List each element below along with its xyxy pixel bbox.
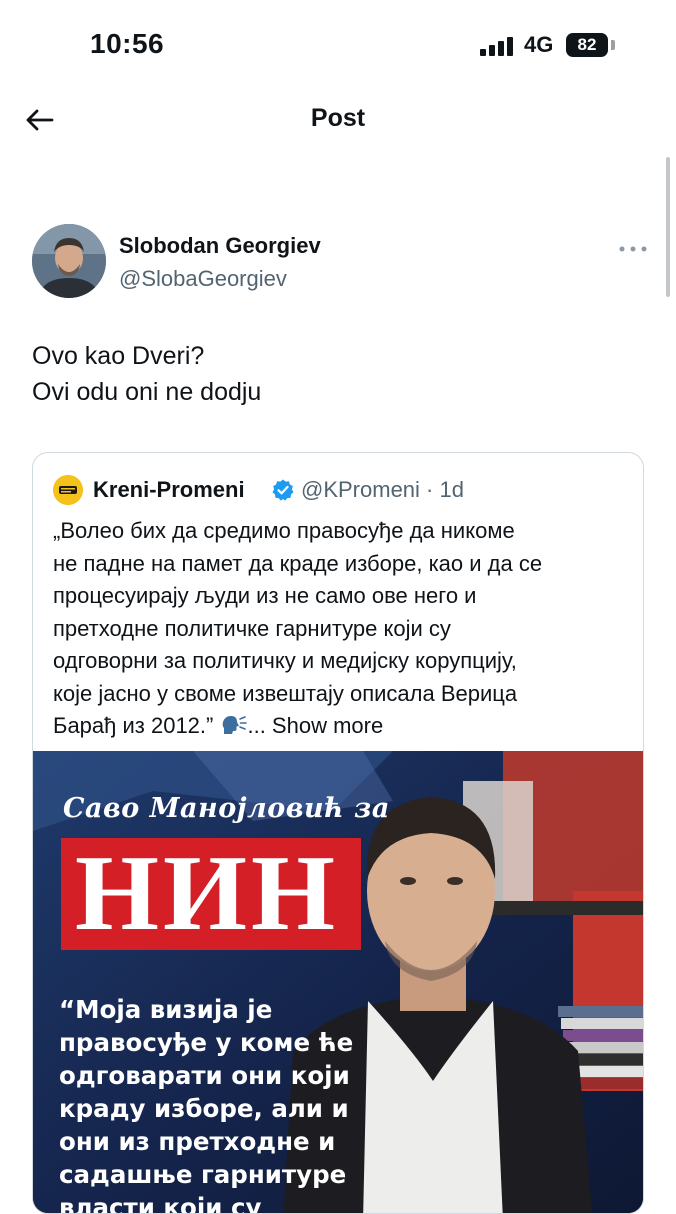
avatar[interactable] xyxy=(32,224,106,298)
author-handle[interactable]: @SlobaGeorgiev xyxy=(119,266,287,292)
post-text-line: Ovo kao Dveri? xyxy=(32,342,205,370)
network-type: 4G xyxy=(524,32,554,57)
quoted-post-author-name[interactable]: Kreni-Promeni xyxy=(93,477,245,503)
quoted-text-tail: Барађ из 2012.” xyxy=(53,713,220,738)
show-more-link[interactable]: ... Show more xyxy=(247,713,383,738)
signal-icon xyxy=(480,36,516,56)
quoted-text-line: претходне политичке гарнитуре који су xyxy=(53,615,451,641)
post-text: Ovo kao Dveri? Ovi odu oni ne dodju xyxy=(32,338,644,410)
avatar-image xyxy=(32,224,106,298)
speaking-head-icon xyxy=(223,716,248,734)
quoted-text-line-last: Барађ из 2012.” ... Show more xyxy=(53,710,633,743)
nin-masthead-text: НИН xyxy=(75,838,340,950)
quoted-post-avatar[interactable] xyxy=(53,475,83,505)
quoted-post-handle-time[interactable]: @KPromeni · 1d xyxy=(301,477,464,503)
quoted-text-line: које јасно у своме извештају описала Вер… xyxy=(53,680,518,706)
nin-masthead: НИН xyxy=(61,838,361,950)
magazine-quote-line: власти који су xyxy=(59,1193,262,1214)
page-title: Post xyxy=(310,104,366,132)
quoted-text-line: одговорни за политичку и медијску корупц… xyxy=(53,648,517,673)
more-options-button[interactable] xyxy=(618,238,648,254)
status-time: 10:56 xyxy=(90,28,165,59)
magazine-quote: “Моја визија је правосуђе у коме ће одго… xyxy=(59,993,379,1214)
magazine-quote-line: одговарати они који xyxy=(59,1061,350,1090)
verified-badge-icon xyxy=(272,479,294,501)
more-horizontal-icon xyxy=(619,246,647,252)
magazine-title: Саво Манојловић за xyxy=(63,793,390,824)
quoted-post-image[interactable]: Саво Манојловић за НИН “Моја визија је п… xyxy=(33,751,643,1214)
author-display-name[interactable]: Slobodan Georgiev xyxy=(119,233,321,259)
quoted-post-header: Kreni-Promeni @KPromeni · 1d xyxy=(53,475,633,507)
quoted-post-card[interactable]: Kreni-Promeni @KPromeni · 1d „Волео бих … xyxy=(32,452,644,1214)
magazine-quote-line: правосуђе у коме ће xyxy=(59,1028,354,1057)
status-bar: 10:56 4G 82 xyxy=(0,0,676,90)
battery-tip xyxy=(611,40,615,50)
magazine-quote-line: они из претходне и xyxy=(59,1127,336,1156)
quoted-text-line: не падне на памет да краде изборе, као и… xyxy=(53,550,543,576)
nav-header: Post xyxy=(0,90,676,150)
quoted-text-line: процесуирају људи из не само ове него и xyxy=(53,583,477,608)
kreni-promeni-logo-icon xyxy=(53,475,83,505)
magazine-quote-line: краду изборе, али и xyxy=(59,1094,349,1123)
post-author: Slobodan Georgiev @SlobaGeorgiev xyxy=(32,224,647,304)
scrollbar[interactable] xyxy=(666,157,670,297)
quoted-post-text: „Волео бих да средимо правосуђе да ником… xyxy=(53,515,633,743)
magazine-quote-line: “Моја визија је xyxy=(59,995,273,1024)
quoted-text-line: „Волео бих да средимо правосуђе да ником… xyxy=(53,518,515,543)
post-text-line: Ovi odu oni ne dodju xyxy=(32,378,262,406)
magazine-quote-line: садашње гарнитуре xyxy=(59,1160,347,1189)
battery-icon: 82 xyxy=(566,33,608,57)
